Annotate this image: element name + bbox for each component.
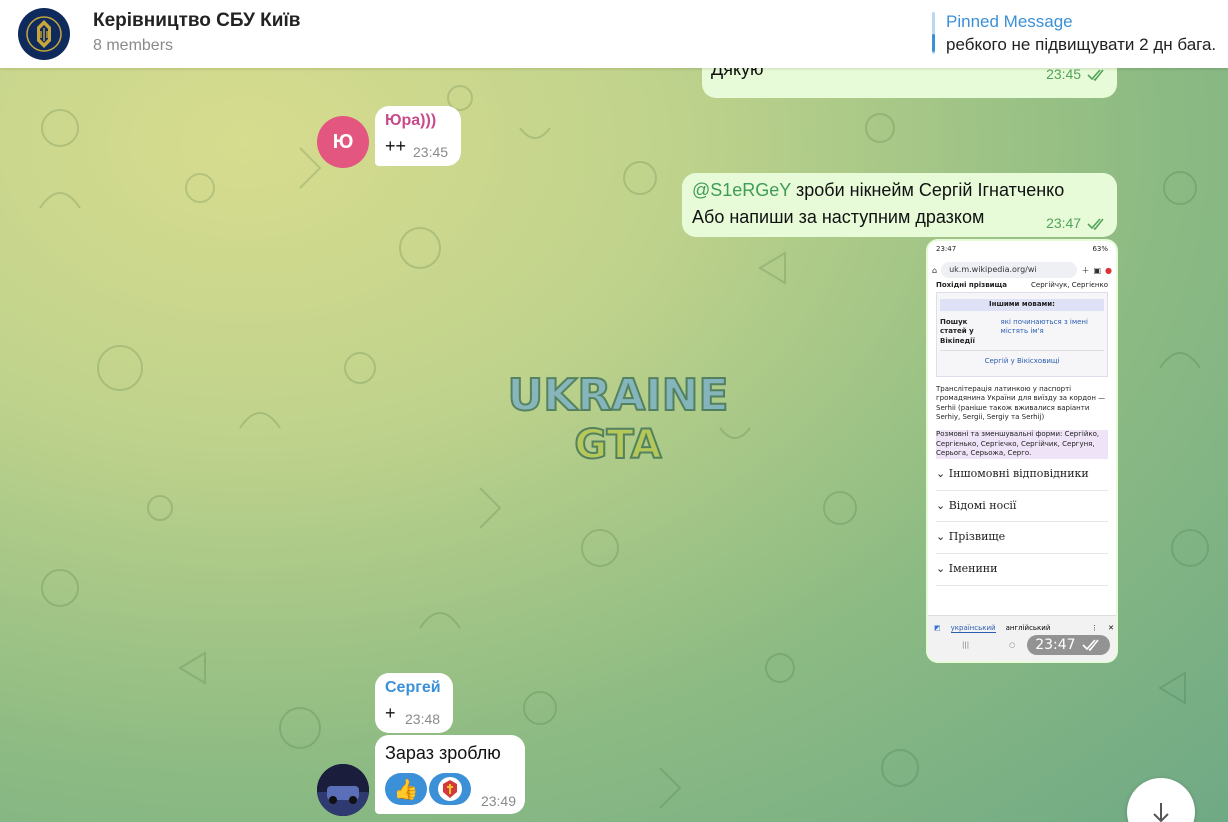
- translate-from: український: [950, 624, 996, 633]
- message-text: Зараз зроблю: [385, 743, 501, 763]
- sbu-emblem-icon: [22, 12, 66, 56]
- message-time: 23:47: [1035, 637, 1076, 653]
- wiki-section: ⌄ Іншомовні відповідники: [936, 459, 1108, 491]
- watermark-logo: UKRAINE GTA: [508, 369, 728, 468]
- avatar[interactable]: [317, 764, 369, 816]
- translate-more-icon: ⋮: [1091, 624, 1099, 632]
- wiki-infobox: Іншими мовами: Пошук статей у Вікіпедії …: [936, 292, 1108, 377]
- tabs-icon: ▣: [1093, 265, 1102, 275]
- avatar-initial: Ю: [332, 130, 354, 153]
- svg-text:GTA: GTA: [574, 422, 661, 468]
- browser-url: uk.m.wikipedia.org/wi: [941, 262, 1078, 278]
- wiki-search-value: які починаються з імені містять ім'я: [1000, 317, 1088, 336]
- message-meta: 23:47: [1027, 635, 1110, 655]
- wiki-commons: Сергій у Вікісховищі: [940, 350, 1104, 372]
- menu-icon: ●: [1105, 265, 1112, 275]
- wiki-section: ⌄ Прізвище: [936, 522, 1108, 555]
- pinned-indicator-active: [932, 34, 935, 52]
- message-meta: 23:47: [1046, 215, 1107, 231]
- message-line-1: @S1eRGeY зроби нікнейм Сергій Ігнатченко: [692, 180, 1064, 201]
- message-time: 23:45: [1046, 68, 1082, 82]
- chat-header: Керівництво СБУ Київ 8 members Pinned Me…: [0, 0, 1228, 68]
- double-check-icon: [1087, 69, 1104, 82]
- reaction-emblem[interactable]: [429, 773, 471, 805]
- message-bubble[interactable]: Зараз зроблю 👍 23:49: [375, 735, 525, 814]
- message-time: 23:47: [1046, 215, 1082, 231]
- message-bubble[interactable]: Юра))) ++ 23:45: [375, 106, 461, 166]
- user-photo-icon: [317, 764, 369, 816]
- avatar[interactable]: Ю: [317, 116, 369, 168]
- translate-to: англійський: [1005, 624, 1051, 632]
- message-time: 23:48: [405, 711, 441, 727]
- message-line-2: Або напиши за наступним дразком: [692, 207, 985, 227]
- translate-close-icon: ✕: [1108, 624, 1114, 632]
- pinned-text: ребкого не підвищувати 2 дн бага.: [946, 35, 1217, 54]
- svg-text:UKRAINE: UKRAINE: [508, 370, 728, 421]
- phone-status-bar: 23:47 63%: [928, 241, 1116, 259]
- wiki-search-row: Пошук статей у Вікіпедії які починаються…: [940, 314, 1104, 350]
- reaction-thumbs-up[interactable]: 👍: [385, 773, 427, 805]
- message-bubble[interactable]: @S1eRGeY зроби нікнейм Сергій Ігнатченко…: [682, 173, 1117, 237]
- home-button-icon: ○: [1009, 641, 1016, 649]
- message-text: зроби нікнейм Сергій Ігнатченко: [791, 180, 1065, 200]
- wiki-content: Похідні прізвища Сергійчук, Сергієнко Ін…: [928, 281, 1116, 587]
- wiki-section-title: Іншомовні відповідники: [948, 466, 1089, 480]
- emblem-icon: [438, 777, 462, 801]
- wiki-section: ⌄ Відомі носії: [936, 491, 1108, 523]
- sender-name[interactable]: Сергей: [385, 679, 441, 697]
- mention-link[interactable]: @S1eRGeY: [692, 180, 791, 200]
- home-icon: ⌂: [932, 265, 938, 275]
- phone-status-time: 23:47: [936, 245, 957, 253]
- wiki-translit: Транслітерація латинкою у паспорті грома…: [936, 384, 1106, 421]
- wiki-search-label: Пошук статей у Вікіпедії: [940, 317, 975, 345]
- image-message[interactable]: 23:47 63% ⌂ uk.m.wikipedia.org/wi ＋ ▣ ● …: [926, 239, 1118, 663]
- message-time: 23:45: [413, 144, 449, 160]
- arrow-down-icon: [1153, 803, 1169, 822]
- message-text: +: [385, 703, 396, 723]
- wiki-section-title: Іменини: [948, 562, 998, 576]
- wiki-section: ⌄ Іменини: [936, 554, 1108, 587]
- chat-avatar[interactable]: [18, 8, 70, 60]
- phone-status-battery: 63%: [1092, 245, 1108, 253]
- browser-url-row: ⌂ uk.m.wikipedia.org/wi ＋ ▣ ●: [932, 261, 1112, 279]
- pinned-message[interactable]: Pinned Message ребкого не підвищувати 2 …: [932, 12, 1228, 56]
- wiki-section-title: Відомі носії: [948, 498, 1017, 512]
- double-check-icon: [1087, 218, 1104, 231]
- double-check-icon: [1082, 639, 1099, 651]
- pinned-label: Pinned Message: [946, 12, 1073, 31]
- chat-title[interactable]: Керівництво СБУ Київ: [93, 10, 301, 32]
- message-text: Дякую: [711, 68, 764, 79]
- translate-icon: ◩: [934, 624, 941, 632]
- wiki-row-value: Сергійчук, Сергієнко: [1031, 281, 1108, 289]
- recent-apps-icon: |||: [962, 641, 970, 649]
- wiki-forms: Розмовні та зменшувальні форми: Сергійко…: [936, 430, 1108, 459]
- wiki-row: Похідні прізвища Сергійчук, Сергієнко: [936, 281, 1108, 290]
- wiki-row-label: Похідні прізвища: [936, 281, 1008, 289]
- message-list[interactable]: UKRAINE GTA Дякую 23:45 Ю Юра))) ++ 23:4…: [0, 68, 1228, 822]
- member-count: 8 members: [93, 37, 174, 54]
- message-bubble[interactable]: Сергей + 23:48: [375, 673, 453, 733]
- reactions: 👍: [385, 773, 473, 805]
- message-meta: 23:45: [1046, 68, 1107, 82]
- message-bubble[interactable]: Дякую 23:45: [702, 68, 1117, 98]
- wiki-section-title: Прізвище: [948, 530, 1006, 544]
- plus-icon: ＋: [1081, 265, 1090, 275]
- sender-name[interactable]: Юра))): [385, 112, 436, 130]
- message-time: 23:49: [480, 793, 516, 809]
- message-text: ++: [385, 136, 407, 156]
- wiki-other-langs: Іншими мовами:: [940, 299, 1104, 311]
